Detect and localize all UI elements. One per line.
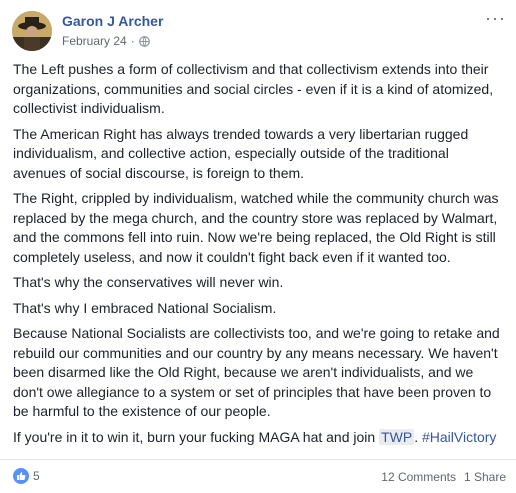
like-icon xyxy=(13,468,29,484)
globe-icon xyxy=(138,35,150,47)
more-options-button[interactable]: ··· xyxy=(485,8,506,29)
footer-divider xyxy=(0,459,516,460)
comments-count[interactable]: 12 Comments xyxy=(381,470,456,484)
shares-count[interactable]: 1 Share xyxy=(464,470,506,484)
last-line-separator: . xyxy=(414,428,422,445)
post-date[interactable]: February 24 xyxy=(62,34,127,48)
post-paragraph: Because National Socialists are collecti… xyxy=(13,325,500,419)
last-line-text: If you're in it to win it, burn your fuc… xyxy=(13,428,380,445)
post-paragraph: The American Right has always trended to… xyxy=(13,125,469,181)
post-meta: February 24 · xyxy=(62,34,150,48)
reactions-summary[interactable]: 5 xyxy=(13,468,40,484)
post-stats: 12 Comments 1 Share xyxy=(381,470,506,484)
author-name[interactable]: Garon J Archer xyxy=(62,13,163,29)
hashtag-link[interactable]: #HailVictory xyxy=(422,429,496,445)
post-paragraph: The Right, crippled by individualism, wa… xyxy=(13,190,499,265)
author-avatar[interactable] xyxy=(12,11,52,51)
twp-mention[interactable]: TWP xyxy=(379,428,415,445)
post-body: The Left pushes a form of collectivism a… xyxy=(13,60,505,453)
post-paragraph-last: If you're in it to win it, burn your fuc… xyxy=(13,428,505,448)
post-paragraph: The Left pushes a form of collectivism a… xyxy=(13,61,494,116)
meta-separator: · xyxy=(130,34,135,48)
post-paragraph: That's why the conservatives will never … xyxy=(13,274,284,290)
reactions-count: 5 xyxy=(33,469,40,483)
post-paragraph: That's why I embraced National Socialism… xyxy=(13,299,277,316)
